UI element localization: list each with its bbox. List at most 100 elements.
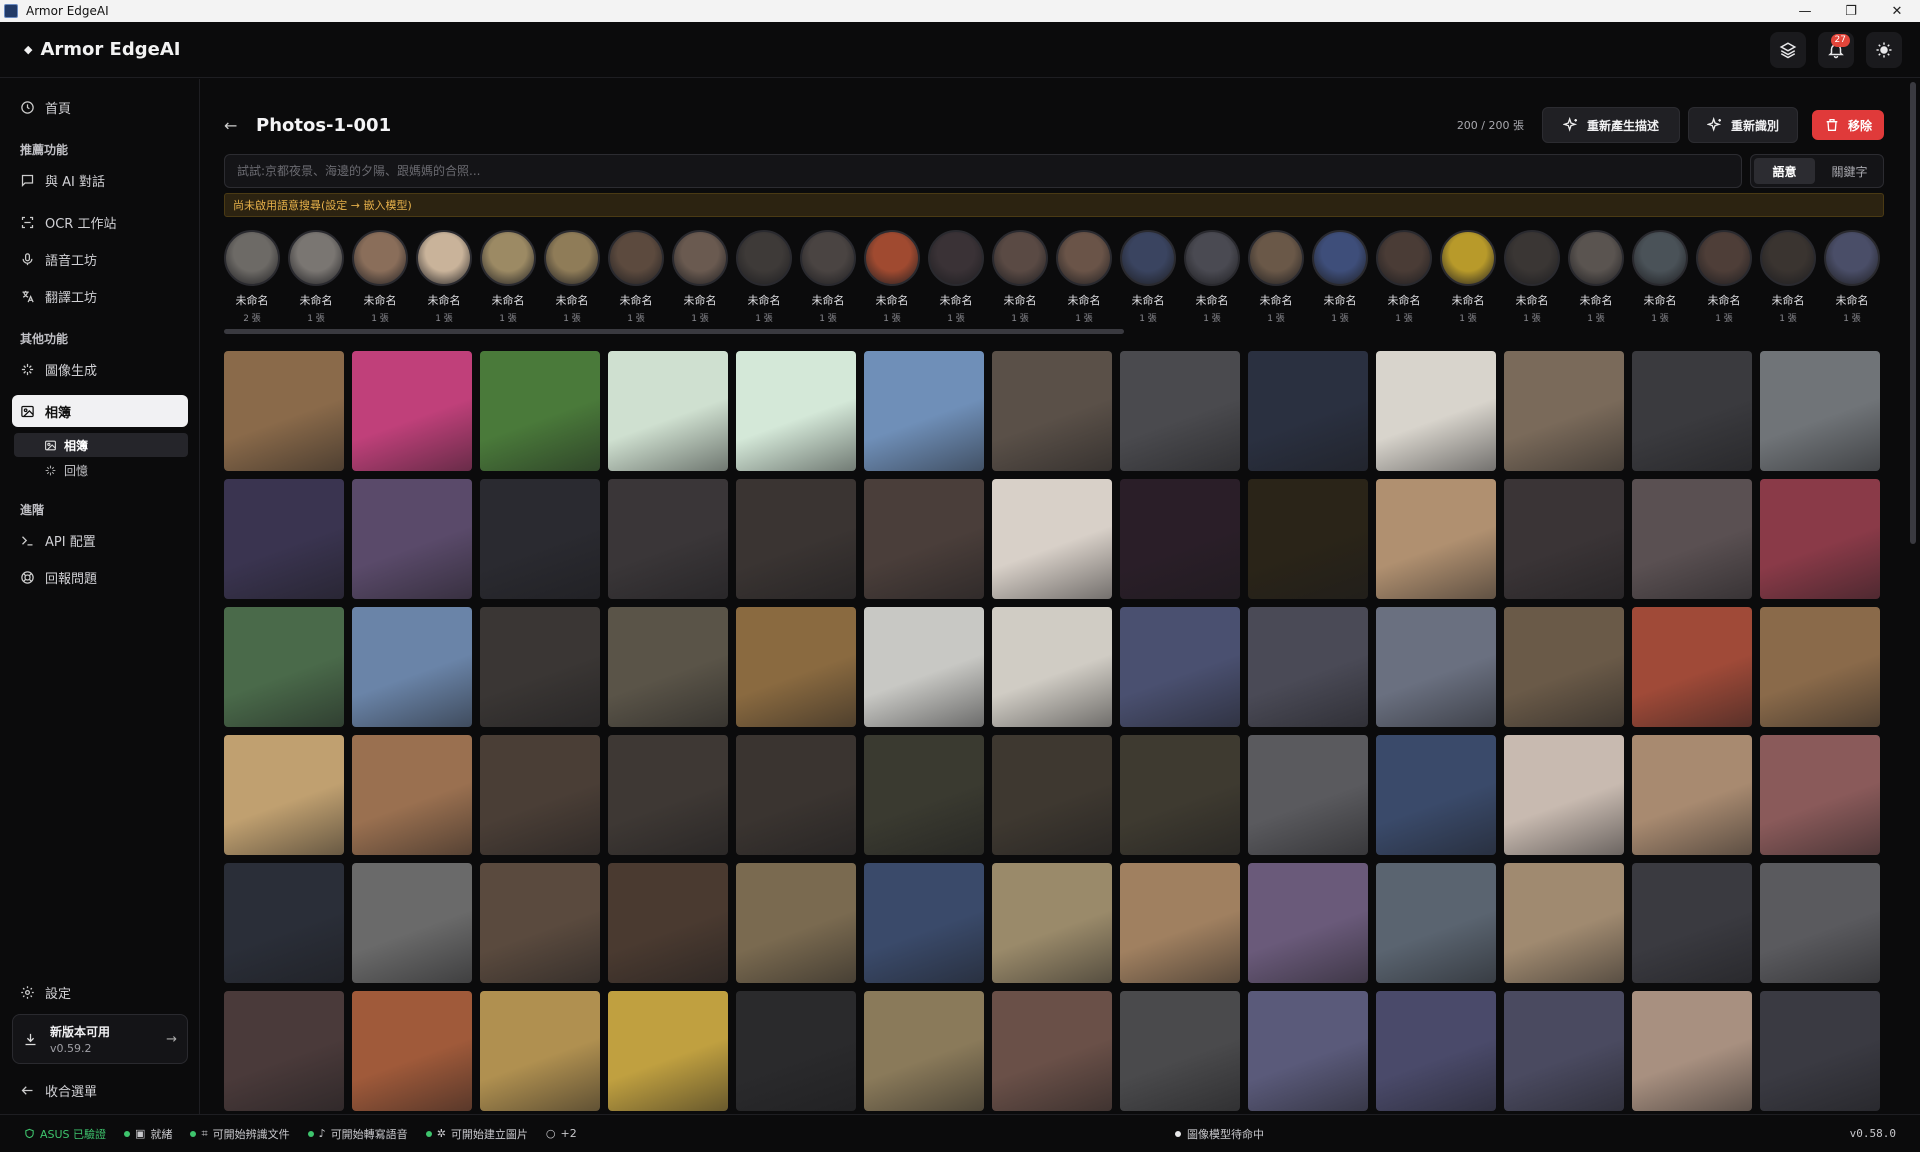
photo-thumbnail[interactable] — [1248, 735, 1368, 855]
person-card[interactable]: 未命名 1 張 — [1056, 230, 1112, 330]
reidentify-button[interactable]: 重新識別 — [1688, 107, 1798, 143]
person-card[interactable]: 未命名 1 張 — [864, 230, 920, 330]
person-card[interactable]: 未命名 1 張 — [1120, 230, 1176, 330]
photo-thumbnail[interactable] — [864, 991, 984, 1111]
photo-thumbnail[interactable] — [1120, 607, 1240, 727]
notifications-button[interactable]: 27 — [1818, 32, 1854, 68]
photo-thumbnail[interactable] — [1760, 863, 1880, 983]
photo-thumbnail[interactable] — [1760, 991, 1880, 1111]
photo-thumbnail[interactable] — [1632, 735, 1752, 855]
person-card[interactable]: 未命名 1 張 — [800, 230, 856, 330]
update-available-card[interactable]: 新版本可用 v0.59.2 → — [12, 1014, 188, 1064]
person-card[interactable]: 未命名 1 張 — [1504, 230, 1560, 330]
photo-thumbnail[interactable] — [480, 351, 600, 471]
photo-thumbnail[interactable] — [864, 607, 984, 727]
main-scrollbar[interactable] — [1910, 82, 1916, 544]
photo-thumbnail[interactable] — [608, 607, 728, 727]
photo-thumbnail[interactable] — [736, 607, 856, 727]
layers-button[interactable] — [1770, 32, 1806, 68]
theme-toggle-button[interactable] — [1866, 32, 1902, 68]
person-card[interactable]: 未命名 1 張 — [352, 230, 408, 330]
people-strip-scrollbar[interactable] — [224, 329, 1124, 334]
photo-thumbnail[interactable] — [608, 735, 728, 855]
person-card[interactable]: 未命名 1 張 — [1760, 230, 1816, 330]
photo-thumbnail[interactable] — [1248, 991, 1368, 1111]
photo-thumbnail[interactable] — [480, 607, 600, 727]
photo-thumbnail[interactable] — [224, 479, 344, 599]
photo-thumbnail[interactable] — [992, 479, 1112, 599]
photo-thumbnail[interactable] — [1760, 351, 1880, 471]
photo-thumbnail[interactable] — [1504, 479, 1624, 599]
photo-thumbnail[interactable] — [1376, 735, 1496, 855]
photo-thumbnail[interactable] — [1120, 479, 1240, 599]
maximize-button[interactable]: ❐ — [1828, 0, 1874, 22]
person-card[interactable]: 未命名 1 張 — [672, 230, 728, 330]
photo-thumbnail[interactable] — [224, 991, 344, 1111]
photo-thumbnail[interactable] — [1632, 991, 1752, 1111]
photo-thumbnail[interactable] — [608, 991, 728, 1111]
person-card[interactable]: 未命名 1 張 — [416, 230, 472, 330]
mode-keyword-tab[interactable]: 關鍵字 — [1819, 158, 1880, 184]
photo-thumbnail[interactable] — [864, 863, 984, 983]
sidebar-collapse[interactable]: 收合選單 — [12, 1074, 188, 1106]
person-card[interactable]: 未命名 1 張 — [1632, 230, 1688, 330]
person-card[interactable]: 未命名 1 張 — [1696, 230, 1752, 330]
photo-thumbnail[interactable] — [1760, 607, 1880, 727]
photo-thumbnail[interactable] — [992, 863, 1112, 983]
photo-search-input[interactable] — [224, 154, 1742, 188]
sidebar-item-imagegen[interactable]: 圖像生成 — [12, 353, 188, 385]
photo-thumbnail[interactable] — [352, 991, 472, 1111]
photo-thumbnail[interactable] — [1248, 863, 1368, 983]
person-card[interactable]: 未命名 1 張 — [1312, 230, 1368, 330]
photo-thumbnail[interactable] — [1120, 991, 1240, 1111]
photo-thumbnail[interactable] — [864, 351, 984, 471]
person-card[interactable]: 未命名 1 張 — [544, 230, 600, 330]
photo-thumbnail[interactable] — [992, 991, 1112, 1111]
photo-thumbnail[interactable] — [864, 479, 984, 599]
photo-thumbnail[interactable] — [736, 351, 856, 471]
photo-thumbnail[interactable] — [1376, 991, 1496, 1111]
photo-thumbnail[interactable] — [608, 479, 728, 599]
back-arrow-icon[interactable]: ← — [224, 116, 242, 135]
sidebar-item-settings[interactable]: 設定 — [12, 976, 188, 1008]
photo-thumbnail[interactable] — [1632, 607, 1752, 727]
person-card[interactable]: 未命名 1 張 — [1248, 230, 1304, 330]
photo-thumbnail[interactable] — [992, 351, 1112, 471]
person-card[interactable]: 未命名 1 張 — [1568, 230, 1624, 330]
photo-thumbnail[interactable] — [1504, 351, 1624, 471]
photo-thumbnail[interactable] — [480, 735, 600, 855]
photo-thumbnail[interactable] — [1376, 351, 1496, 471]
photo-thumbnail[interactable] — [1632, 863, 1752, 983]
person-card[interactable]: 未命名 1 張 — [480, 230, 536, 330]
sidebar-subitem-album[interactable]: 相簿 — [14, 433, 188, 457]
photo-thumbnail[interactable] — [1760, 735, 1880, 855]
remove-button[interactable]: 移除 — [1812, 110, 1884, 140]
mode-semantic-tab[interactable]: 語意 — [1754, 158, 1815, 184]
sidebar-item-voice[interactable]: 語音工坊 — [12, 243, 188, 275]
photo-thumbnail[interactable] — [1504, 863, 1624, 983]
photo-thumbnail[interactable] — [224, 863, 344, 983]
photo-thumbnail[interactable] — [1248, 479, 1368, 599]
photo-thumbnail[interactable] — [1248, 607, 1368, 727]
person-card[interactable]: 未命名 1 張 — [1184, 230, 1240, 330]
photo-thumbnail[interactable] — [352, 479, 472, 599]
person-card[interactable]: 未命名 1 張 — [992, 230, 1048, 330]
photo-thumbnail[interactable] — [736, 991, 856, 1111]
sidebar-item-chat[interactable]: 與 AI 對話 — [12, 164, 188, 196]
person-card[interactable]: 未命名 1 張 — [1824, 230, 1880, 330]
photo-thumbnail[interactable] — [352, 351, 472, 471]
photo-thumbnail[interactable] — [480, 863, 600, 983]
photo-thumbnail[interactable] — [1120, 735, 1240, 855]
photo-thumbnail[interactable] — [1632, 351, 1752, 471]
photo-thumbnail[interactable] — [1760, 479, 1880, 599]
person-card[interactable]: 未命名 1 張 — [608, 230, 664, 330]
person-card[interactable]: 未命名 1 張 — [928, 230, 984, 330]
status-more[interactable]: ○ +2 — [546, 1127, 577, 1140]
person-card[interactable]: 未命名 1 張 — [288, 230, 344, 330]
photo-thumbnail[interactable] — [224, 607, 344, 727]
photo-thumbnail[interactable] — [992, 735, 1112, 855]
photo-thumbnail[interactable] — [352, 607, 472, 727]
sidebar-item-home[interactable]: 首頁 — [12, 91, 188, 123]
photo-thumbnail[interactable] — [608, 863, 728, 983]
photo-thumbnail[interactable] — [1120, 351, 1240, 471]
